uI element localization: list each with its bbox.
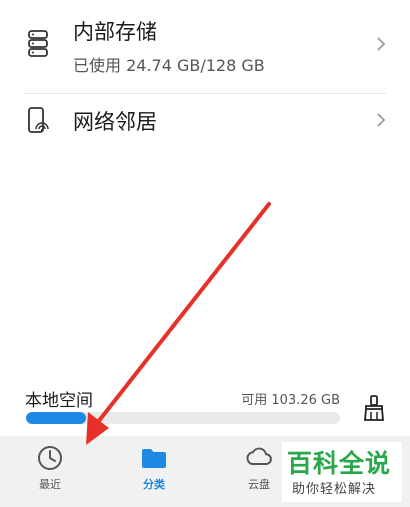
available-space: 可用 103.26 GB — [241, 393, 340, 408]
broom-icon[interactable] — [360, 394, 388, 422]
chevron-right-icon — [376, 36, 386, 56]
tab-categories[interactable]: 分类 — [114, 436, 194, 507]
cloud-icon — [244, 444, 274, 474]
folder-icon — [140, 444, 168, 476]
internal-storage-item[interactable]: 内部存储 已使用 24.74 GB/128 GB — [0, 0, 410, 92]
network-device-icon — [27, 106, 49, 140]
storage-progress-bar — [26, 412, 340, 424]
watermark-subtitle: 助你轻松解决 — [292, 482, 377, 497]
network-neighborhood-title: 网络邻居 — [73, 110, 157, 134]
tab-recent[interactable]: 最近 — [10, 436, 90, 507]
watermark-title: 百科全说 — [287, 449, 392, 478]
local-storage-panel: 本地空间 可用 103.26 GB — [0, 378, 410, 436]
storage-progress-fill — [26, 412, 86, 424]
tab-recent-label: 最近 — [39, 478, 61, 491]
watermark-logo: 百科全说 助你轻松解决 — [282, 442, 402, 502]
clock-icon — [36, 444, 64, 476]
network-neighborhood-item[interactable]: 网络邻居 — [0, 94, 410, 152]
internal-storage-title: 内部存储 — [73, 20, 157, 44]
chevron-right-icon — [376, 112, 386, 132]
tab-categories-label: 分类 — [143, 478, 165, 491]
internal-storage-usage: 已使用 24.74 GB/128 GB — [73, 56, 265, 75]
storage-icon — [27, 28, 49, 62]
local-storage-title: 本地空间 — [25, 391, 93, 411]
